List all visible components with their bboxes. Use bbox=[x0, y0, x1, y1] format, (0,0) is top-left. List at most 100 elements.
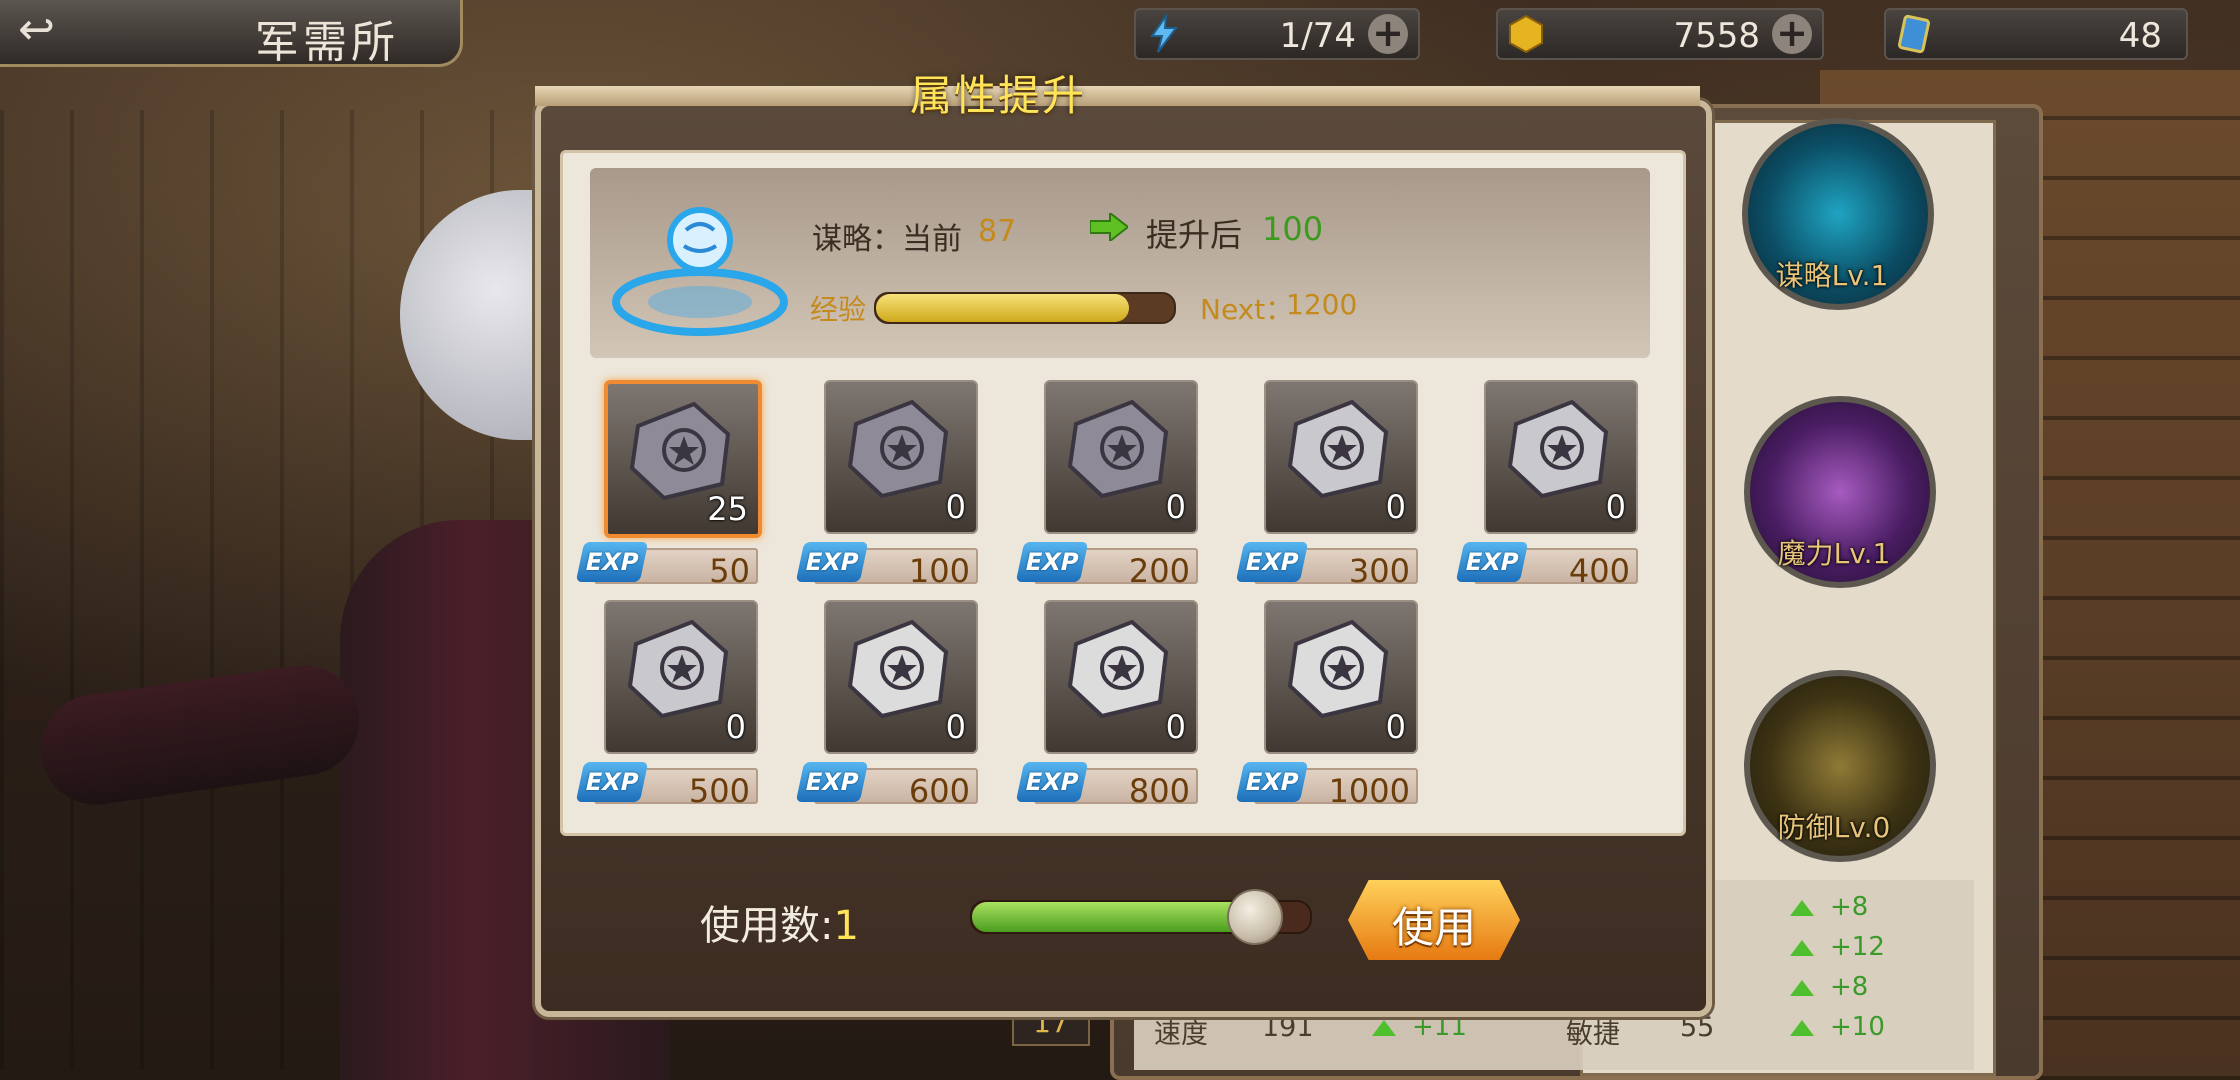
item-count: 0 bbox=[1165, 488, 1186, 526]
item-count: 0 bbox=[945, 488, 966, 526]
exp-badge-icon: EXP bbox=[575, 542, 649, 582]
exp-badge-icon: EXP bbox=[1015, 542, 1089, 582]
exp-item-slot[interactable]: 25 bbox=[604, 380, 762, 538]
exp-badge-icon: EXP bbox=[795, 542, 869, 582]
back-arrow-icon: ↩ bbox=[18, 4, 55, 55]
item-exp-value: 400 bbox=[1568, 552, 1630, 590]
exp-badge-icon: EXP bbox=[575, 762, 649, 802]
item-exp-value: 1000 bbox=[1328, 772, 1410, 810]
item-count: 0 bbox=[1165, 708, 1186, 746]
item-count: 0 bbox=[1385, 488, 1406, 526]
dialog-title: 属性提升 bbox=[910, 71, 1087, 120]
scroll-item-icon bbox=[1507, 399, 1609, 499]
exp-item-slot[interactable]: 0 bbox=[824, 600, 978, 754]
defense-orb-label: 防御Lv.0 bbox=[1777, 811, 1891, 844]
exp-badge-icon: EXP bbox=[1015, 762, 1089, 802]
item-exp-value: 200 bbox=[1128, 552, 1190, 590]
arrow-right-icon bbox=[1090, 213, 1128, 241]
item-count: 0 bbox=[1385, 708, 1406, 746]
item-exp-row: 500 EXP bbox=[575, 762, 758, 810]
stat-agility-name: 敏捷 bbox=[1566, 1019, 1620, 1050]
item-exp-value: 300 bbox=[1348, 552, 1410, 590]
gem-counter: 48 bbox=[1884, 8, 2188, 60]
bonus-row-3: +8 bbox=[1790, 972, 1868, 1002]
lightning-icon bbox=[1150, 14, 1178, 53]
scroll-item-icon bbox=[1287, 619, 1389, 719]
scroll-item-icon bbox=[1067, 619, 1169, 719]
exp-item-slot[interactable]: 0 bbox=[604, 600, 758, 754]
item-exp-row: 200 EXP bbox=[1015, 542, 1198, 590]
scroll-item-icon bbox=[1067, 399, 1169, 499]
use-count-label: 使用数: bbox=[700, 903, 834, 949]
exp-progress-bar bbox=[874, 292, 1176, 324]
up-arrow-icon bbox=[1790, 899, 1814, 916]
up-arrow-icon bbox=[1790, 1019, 1814, 1036]
back-button[interactable]: ↩ bbox=[18, 8, 128, 56]
item-exp-row: 800 EXP bbox=[1015, 762, 1198, 810]
energy-value: 1/74 bbox=[1279, 16, 1356, 56]
use-count-value: 1 bbox=[833, 903, 859, 949]
up-arrow-icon bbox=[1790, 979, 1814, 996]
exp-progress-fill bbox=[876, 294, 1130, 322]
strategy-orb-label: 谋略Lv.1 bbox=[1775, 259, 1889, 292]
item-count: 25 bbox=[707, 490, 748, 528]
stat-agility-bonus: +10 bbox=[1790, 1012, 1885, 1042]
add-gold-button[interactable]: + bbox=[1772, 14, 1812, 54]
item-exp-value: 50 bbox=[709, 552, 750, 590]
bonus-row-2: +12 bbox=[1790, 932, 1885, 962]
title-plate: ↩ 军需所 bbox=[0, 0, 463, 68]
exp-badge-icon: EXP bbox=[795, 762, 869, 802]
scroll-item-icon bbox=[627, 619, 729, 719]
item-exp-row: 600 EXP bbox=[795, 762, 978, 810]
after-label: 提升后 bbox=[1146, 216, 1243, 254]
item-count: 0 bbox=[945, 708, 966, 746]
scroll-item-icon bbox=[847, 619, 949, 719]
stat-speed-name: 速度 bbox=[1154, 1019, 1208, 1050]
dialog-banner bbox=[535, 86, 1700, 106]
blue-card-icon bbox=[1897, 14, 1931, 54]
item-exp-row: 1000 EXP bbox=[1235, 762, 1418, 810]
exp-item-slot[interactable]: 0 bbox=[1264, 600, 1418, 754]
up-arrow-icon bbox=[1790, 939, 1814, 956]
gold-counter: 7558 + bbox=[1496, 8, 1824, 60]
next-value: 1200 bbox=[1286, 288, 1358, 321]
gold-value: 7558 bbox=[1673, 16, 1760, 56]
current-label: 谋略：当前 bbox=[812, 222, 962, 257]
up-arrow-icon bbox=[1372, 1019, 1396, 1036]
use-button-label: 使用 bbox=[1391, 903, 1476, 952]
item-exp-row: 100 EXP bbox=[795, 542, 978, 590]
item-count: 0 bbox=[1605, 488, 1626, 526]
use-count: 使用数:1 bbox=[700, 893, 859, 951]
exp-badge-icon: EXP bbox=[1455, 542, 1529, 582]
exp-item-slot[interactable]: 0 bbox=[1044, 600, 1198, 754]
next-label: Next： bbox=[1200, 293, 1294, 326]
scroll-item-icon bbox=[847, 399, 949, 499]
slider-fill bbox=[972, 902, 1253, 932]
use-count-slider[interactable] bbox=[970, 889, 1312, 945]
energy-counter: 1/74 + bbox=[1134, 8, 1420, 60]
exp-badge-icon: EXP bbox=[1235, 542, 1309, 582]
exp-item-slot[interactable]: 0 bbox=[1264, 380, 1418, 534]
item-count: 0 bbox=[725, 708, 746, 746]
page-title: 军需所 bbox=[255, 17, 399, 68]
exp-item-slot[interactable]: 0 bbox=[1044, 380, 1198, 534]
gem-value: 48 bbox=[2118, 16, 2162, 56]
item-exp-value: 500 bbox=[688, 772, 750, 810]
bonus-row-1: +8 bbox=[1790, 892, 1868, 922]
exp-badge-icon: EXP bbox=[1235, 762, 1309, 802]
top-bar: ↩ 军需所 1/74 + 7558 + 48 bbox=[0, 0, 2240, 72]
exp-item-slot[interactable]: 0 bbox=[824, 380, 978, 534]
scroll-item-icon bbox=[1287, 399, 1389, 499]
use-button[interactable]: 使用 bbox=[1348, 880, 1520, 960]
current-value: 87 bbox=[978, 214, 1017, 249]
item-exp-row: 400 EXP bbox=[1455, 542, 1638, 590]
gold-coin-icon bbox=[1509, 14, 1543, 54]
strategy-attribute-icon bbox=[612, 207, 788, 336]
magic-orb-label: 魔力Lv.1 bbox=[1777, 537, 1891, 570]
exp-item-slot[interactable]: 0 bbox=[1484, 380, 1638, 534]
slider-knob[interactable] bbox=[1226, 889, 1283, 945]
add-energy-button[interactable]: + bbox=[1368, 14, 1408, 54]
after-value: 100 bbox=[1262, 210, 1324, 248]
item-exp-row: 50 EXP bbox=[575, 542, 758, 590]
item-exp-value: 600 bbox=[908, 772, 970, 810]
